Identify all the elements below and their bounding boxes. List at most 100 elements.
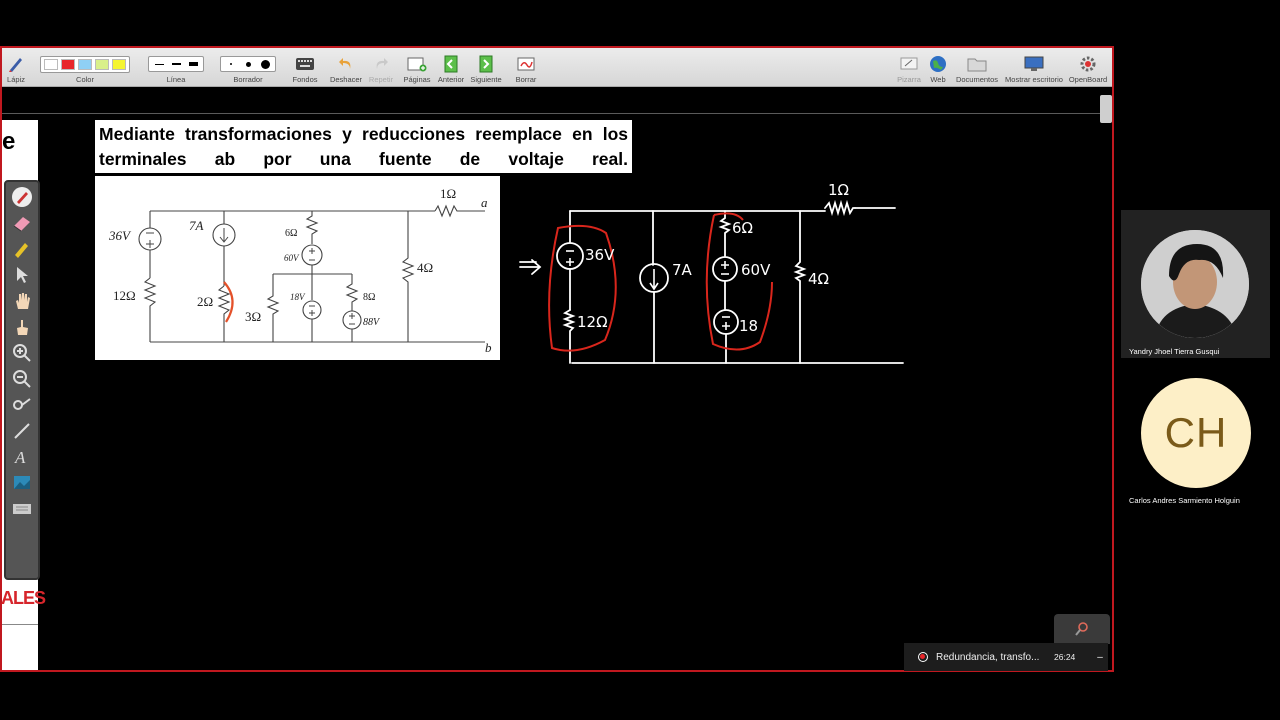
marker-tool-button[interactable] bbox=[7, 238, 37, 260]
line-widths bbox=[148, 56, 204, 72]
terminal-b: b bbox=[485, 340, 492, 355]
problem-statement: Mediante transformaciones y reducciones … bbox=[95, 120, 632, 173]
previous-page-button[interactable]: Anterior bbox=[434, 50, 468, 84]
pen-tool-button[interactable] bbox=[7, 186, 37, 208]
participant-video-tile[interactable]: Yandry Jhoel Tierra Gusqui bbox=[1121, 210, 1270, 358]
magnifier-button[interactable] bbox=[1054, 614, 1110, 644]
text-icon: A bbox=[14, 448, 26, 467]
label-1ohm: 1Ω bbox=[440, 186, 456, 201]
magnifier-icon bbox=[1075, 622, 1088, 636]
label-2ohm: 2Ω bbox=[197, 294, 213, 309]
thumbnail-divider bbox=[2, 624, 38, 625]
text-tool-button[interactable]: A bbox=[7, 446, 37, 468]
laser-tool-button[interactable] bbox=[7, 394, 37, 416]
pointer-hand-icon bbox=[17, 320, 28, 335]
documents-button[interactable]: Documentos bbox=[954, 50, 1000, 84]
next-page-button[interactable]: Siguiente bbox=[468, 50, 504, 84]
hand-label-7a: 7A bbox=[672, 261, 693, 279]
zoom-in-icon bbox=[13, 344, 31, 362]
line-thick-option[interactable] bbox=[186, 59, 200, 69]
next-page-icon bbox=[478, 55, 494, 73]
pages-button[interactable]: Páginas bbox=[402, 50, 432, 84]
line-width-picker[interactable]: Línea bbox=[146, 50, 206, 84]
thumbnail-letter: e bbox=[2, 128, 16, 155]
recording-title: Redundancia, transfo... bbox=[936, 651, 1040, 663]
line-tool-button[interactable] bbox=[7, 420, 37, 442]
previous-page-icon bbox=[443, 55, 459, 73]
label-12ohm: 12Ω bbox=[113, 288, 136, 303]
pencil-tool[interactable]: Lápiz bbox=[4, 50, 28, 84]
pages-icon bbox=[407, 55, 427, 73]
label-4ohm: 4Ω bbox=[417, 260, 433, 275]
selector-tool-button[interactable] bbox=[7, 264, 37, 286]
label-88v: 88V bbox=[363, 317, 381, 328]
eraser-large-option[interactable] bbox=[258, 59, 272, 69]
clear-page-button[interactable]: Borrar bbox=[510, 50, 542, 84]
line-thin-option[interactable] bbox=[152, 59, 166, 69]
backgrounds-button[interactable]: Fondos bbox=[288, 50, 322, 84]
zoom-out-tool-button[interactable] bbox=[7, 368, 37, 390]
zoom-in-tool-button[interactable] bbox=[7, 342, 37, 364]
line-icon bbox=[14, 423, 30, 439]
laser-pointer-icon bbox=[13, 398, 31, 410]
recording-indicator[interactable]: Redundancia, transfo... 26:24 – bbox=[904, 643, 1108, 671]
color-swatch[interactable] bbox=[44, 58, 58, 70]
color-swatches bbox=[40, 55, 130, 73]
redo-button[interactable]: Repetir bbox=[366, 50, 396, 84]
keyboard-icon bbox=[295, 55, 315, 73]
hand-label-4ohm: 4Ω bbox=[808, 270, 829, 288]
openboard-gear-icon bbox=[1079, 55, 1097, 73]
page-divider bbox=[2, 113, 1112, 114]
board-mode-button[interactable]: Pizarra bbox=[894, 50, 924, 84]
undo-button[interactable]: Deshacer bbox=[328, 50, 364, 84]
capture-tool-button[interactable] bbox=[7, 472, 37, 494]
color-swatch[interactable] bbox=[95, 58, 109, 70]
eraser-size-picker[interactable]: Borrador bbox=[218, 50, 278, 84]
hand-icon bbox=[16, 293, 30, 309]
participant-name: Carlos Andres Sarmiento Holguin bbox=[1129, 496, 1240, 505]
eraser-tool-button[interactable] bbox=[7, 212, 37, 234]
label-60v: 60V bbox=[284, 253, 300, 263]
color-swatch[interactable] bbox=[112, 58, 126, 70]
color-swatch[interactable] bbox=[61, 58, 75, 70]
hand-label-18: 18 bbox=[739, 317, 758, 335]
line-medium-option[interactable] bbox=[169, 59, 183, 69]
redo-icon bbox=[372, 55, 390, 73]
eraser-icon bbox=[13, 217, 30, 232]
stylus-palette: A bbox=[4, 180, 40, 580]
openboard-menu-button[interactable]: OpenBoard bbox=[1066, 50, 1110, 84]
board-icon bbox=[899, 55, 919, 73]
pointer-tool-button[interactable] bbox=[7, 316, 37, 338]
participant-name: Yandry Jhoel Tierra Gusqui bbox=[1129, 347, 1220, 356]
terminal-a: a bbox=[481, 195, 488, 210]
recording-menu-button[interactable]: – bbox=[1097, 652, 1103, 663]
participant-avatar bbox=[1141, 230, 1249, 338]
label-3ohm: 3Ω bbox=[245, 309, 261, 324]
hand-label-6ohm: 6Ω bbox=[732, 219, 753, 237]
stylus-palette-toggle[interactable] bbox=[1100, 95, 1112, 123]
eraser-sizes bbox=[220, 56, 276, 72]
eraser-small-option[interactable] bbox=[224, 59, 238, 69]
monitor-icon bbox=[1024, 55, 1044, 73]
folder-icon bbox=[967, 55, 987, 73]
color-picker[interactable]: Color bbox=[36, 50, 134, 84]
eraser-medium-option[interactable] bbox=[241, 59, 255, 69]
handwritten-circuit: 1Ω 36V 12Ω 7A 6Ω 60V 18 4Ω bbox=[510, 170, 930, 380]
web-mode-button[interactable]: Web bbox=[926, 50, 950, 84]
arrow-cursor-icon bbox=[17, 267, 28, 283]
hand-label-12ohm: 12Ω bbox=[577, 313, 608, 331]
pencil-icon bbox=[7, 55, 25, 73]
virtual-keyboard-button[interactable] bbox=[7, 498, 37, 520]
recording-time: 26:24 bbox=[1054, 652, 1076, 662]
label-36v: 36V bbox=[108, 228, 132, 243]
undo-icon bbox=[337, 55, 355, 73]
thumbnail-red-text: ALES bbox=[1, 588, 46, 608]
hand-tool-button[interactable] bbox=[7, 290, 37, 312]
hand-label-36v: 36V bbox=[585, 246, 615, 264]
hand-label-1ohm: 1Ω bbox=[828, 181, 849, 199]
color-swatch[interactable] bbox=[78, 58, 92, 70]
show-desktop-button[interactable]: Mostrar escritorio bbox=[1002, 50, 1066, 84]
participant-initials-avatar[interactable]: CH bbox=[1141, 378, 1251, 488]
main-toolbar: Lápiz Color Línea Borrador Fondos Deshac… bbox=[2, 48, 1112, 87]
record-icon bbox=[918, 652, 928, 662]
